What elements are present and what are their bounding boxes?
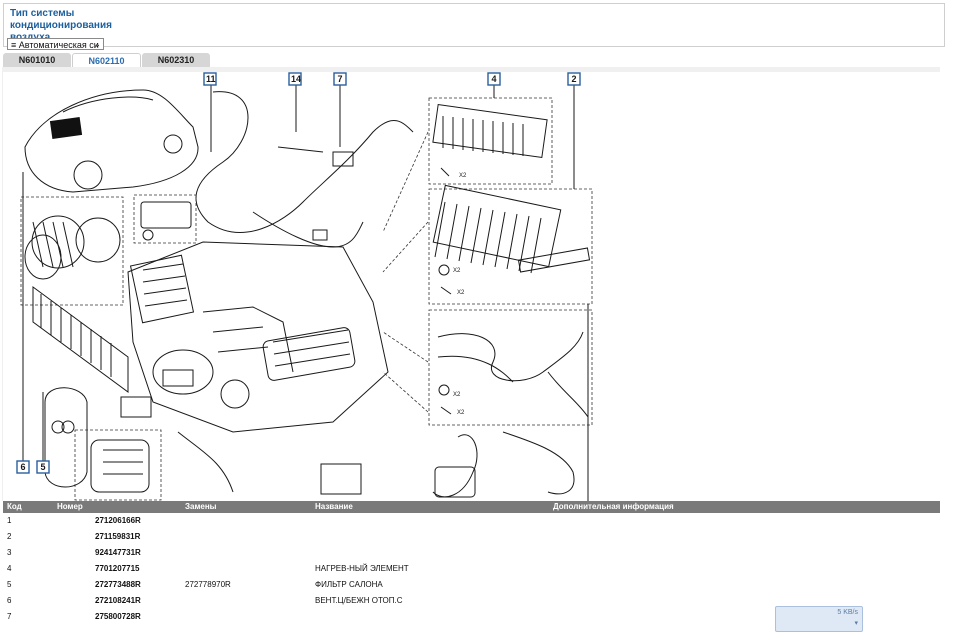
header-name[interactable]: Название — [315, 501, 353, 513]
tab-bar: N601010 N602110 N602310 — [0, 53, 960, 68]
multiplier-label: X2 — [457, 410, 465, 416]
callout-tag-7: 7 — [333, 72, 347, 86]
tab-n601010[interactable]: N601010 — [3, 53, 71, 67]
row-name: ВЕНТ.Ц/БЕЖН ОТОП.С — [315, 596, 403, 605]
callout-tag-11: 11 — [203, 72, 217, 86]
table-row[interactable]: 3 924147731R — [3, 545, 940, 561]
multiplier-label: X2 — [457, 290, 465, 296]
row-code: 7 — [7, 612, 12, 621]
header-replacements[interactable]: Замены — [185, 501, 217, 513]
row-number[interactable]: 7701207715 — [95, 561, 140, 577]
row-number[interactable]: 271206166R — [95, 513, 141, 529]
row-code: 6 — [7, 596, 12, 605]
exploded-parts-diagram: 11 14 7 4 2 6 5 X2 X2 X2 X2 X2 — [3, 72, 941, 502]
multiplier-label: X2 — [453, 268, 461, 274]
callout-tag-5: 5 — [36, 460, 50, 474]
header-info[interactable]: Дополнительная информация — [553, 501, 674, 513]
row-number[interactable]: 272773488R — [95, 577, 141, 593]
chevron-down-icon[interactable]: ▾ — [854, 619, 858, 627]
callout-5-label: 5 — [41, 462, 46, 472]
filter-title-line: кондиционирования — [10, 20, 112, 31]
table-row[interactable]: 1 271206166R — [3, 513, 940, 529]
callout-4-label: 4 — [492, 74, 497, 84]
callout-6-label: 6 — [21, 462, 26, 472]
callout-14-label: 14 — [291, 74, 301, 84]
callout-tag-2: 2 — [567, 72, 581, 86]
row-code: 4 — [7, 564, 12, 573]
ac-type-select[interactable]: ≡ Автоматическая си ⌄ — [7, 38, 104, 50]
header-code[interactable]: Код — [7, 501, 22, 513]
row-replacement[interactable]: 272778970R — [185, 577, 231, 593]
row-code: 2 — [7, 532, 12, 541]
header-number[interactable]: Номер — [57, 501, 83, 513]
row-code: 5 — [7, 580, 12, 589]
callout-7-label: 7 — [338, 74, 343, 84]
filter-title-line: Тип системы — [10, 8, 75, 19]
callout-2-label: 2 — [572, 74, 577, 84]
multiplier-label: X2 — [453, 392, 461, 398]
chevron-down-icon: ⌄ — [93, 39, 101, 49]
callout-tag-6: 6 — [16, 460, 30, 474]
parts-table-header: Код Номер Замены Название Дополнительная… — [3, 501, 940, 513]
speed-readout: 5 KB/s — [837, 609, 858, 616]
network-speed-widget[interactable]: 5 KB/s ▾ — [775, 606, 863, 632]
row-number[interactable]: 272108241R — [95, 593, 141, 609]
row-name: ФИЛЬТР САЛОНА — [315, 580, 383, 589]
callout-tag-4: 4 — [487, 72, 501, 86]
row-number[interactable]: 271159831R — [95, 529, 140, 545]
multiplier-label: X2 — [459, 173, 467, 179]
row-name: НАГРЕВ-НЫЙ ЭЛЕМЕНТ — [315, 564, 409, 573]
row-code: 3 — [7, 548, 12, 557]
table-row[interactable]: 5 272773488R 272778970R ФИЛЬТР САЛОНА — [3, 577, 940, 593]
ac-type-select-value: ≡ Автоматическая си — [11, 40, 99, 50]
row-number[interactable]: 275800728R — [95, 609, 141, 625]
diagram-background — [3, 72, 941, 502]
table-row[interactable]: 2 271159831R — [3, 529, 940, 545]
tab-n602110[interactable]: N602110 — [72, 53, 141, 68]
callout-11-label: 11 — [206, 74, 216, 84]
callout-tag-14: 14 — [288, 72, 302, 86]
filter-panel: Тип системы кондиционирования воздуха. — [3, 3, 945, 47]
table-row[interactable]: 4 7701207715 НАГРЕВ-НЫЙ ЭЛЕМЕНТ — [3, 561, 940, 577]
row-number[interactable]: 924147731R — [95, 545, 141, 561]
tab-n602310[interactable]: N602310 — [142, 53, 210, 67]
row-code: 1 — [7, 516, 12, 525]
